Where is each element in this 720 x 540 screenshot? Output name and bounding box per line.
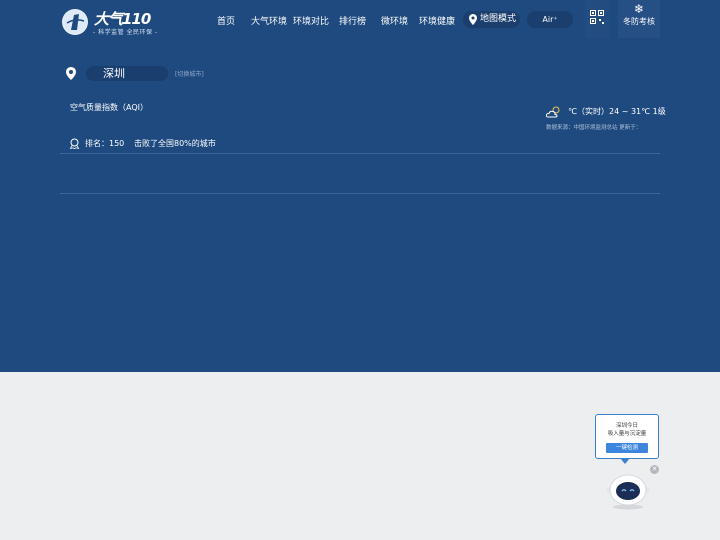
robot-icon[interactable] <box>604 468 652 510</box>
map-mode-label: 地图模式 <box>480 14 517 24</box>
data-source: 数据来源：中国环境监测总站 更新于： <box>546 125 642 131</box>
location-icon <box>66 67 76 80</box>
site-logo[interactable]: 大气110 - 科学监管 全民环保 - <box>62 8 172 38</box>
rank-medal-icon <box>69 138 80 149</box>
weather-readout: ℃（实时）24 ~ 31℃ 1级 <box>568 107 666 116</box>
nav-home[interactable]: 首页 <box>217 14 235 27</box>
map-mode-button[interactable]: 地图模式 <box>463 11 520 28</box>
nav-health[interactable]: 环境健康 <box>419 14 455 27</box>
air-plus-button[interactable]: Air⁺ <box>527 11 573 28</box>
one-click-detect-button[interactable]: 一键检测 <box>606 443 648 453</box>
logo-text: 大气110 <box>94 10 151 28</box>
detection-popup: 深圳今日 吸入量与沉淀量 一键检测 <box>595 414 659 459</box>
switch-city-link[interactable]: [切换城市] <box>175 69 204 78</box>
snowflake-icon: ❄ <box>633 2 645 16</box>
hero-panel <box>0 0 720 372</box>
logo-mark-icon <box>62 9 88 35</box>
nav-atmosphere[interactable]: 大气环境 <box>251 14 287 27</box>
logo-slogan: - 科学监管 全民环保 - <box>93 29 158 36</box>
map-pin-icon <box>469 14 477 25</box>
divider <box>60 193 660 194</box>
winter-label: 冬防考核 <box>623 17 655 26</box>
partly-cloudy-icon <box>546 106 560 118</box>
popup-line-city: 深圳今日 <box>615 423 638 429</box>
popup-tail <box>620 458 630 464</box>
city-name: 深圳 <box>86 66 168 81</box>
qr-code-icon[interactable] <box>590 10 604 24</box>
aqi-label: 空气质量指数（AQI） <box>70 103 148 112</box>
winter-assessment-button[interactable]: ❄ 冬防考核 <box>618 0 660 38</box>
divider <box>60 153 660 154</box>
nav-compare[interactable]: 环境对比 <box>293 14 329 27</box>
beat-percentage: 击败了全国80%的城市 <box>134 139 216 148</box>
rank-value: 排名：150 <box>85 139 125 148</box>
popup-line-intake: 吸入量与沉淀量 <box>607 431 647 437</box>
nav-micro-environment[interactable]: 微环境 <box>381 14 408 27</box>
nav-ranking[interactable]: 排行榜 <box>339 14 366 27</box>
